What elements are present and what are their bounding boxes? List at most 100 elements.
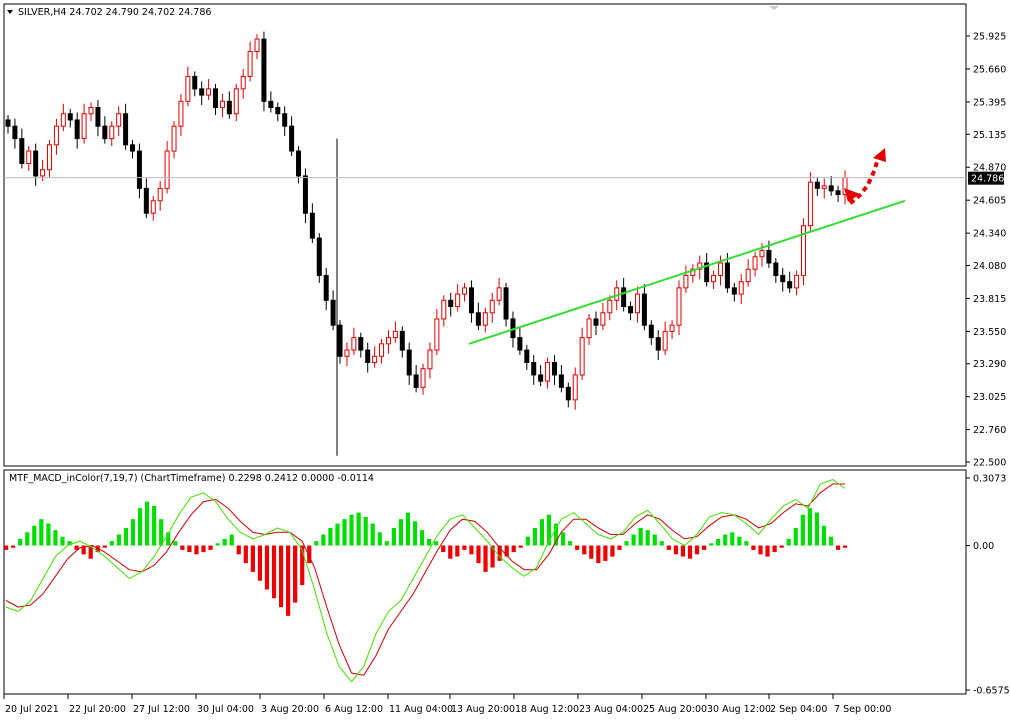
macd-bar — [201, 545, 206, 553]
macd-bar — [631, 534, 636, 546]
candle-body — [711, 274, 717, 283]
macd-bar — [335, 523, 340, 546]
x-tick-label: 25 Aug 20:00 — [643, 704, 707, 715]
macd-bar — [123, 527, 129, 546]
macd-bar — [370, 523, 375, 546]
x-tick-label: 13 Aug 20:00 — [451, 704, 515, 715]
candle-body — [780, 274, 786, 283]
candle-body — [496, 287, 502, 301]
macd-bar — [236, 545, 241, 555]
candle-body — [572, 374, 578, 401]
y-tick-label: 22.500 — [973, 458, 1006, 469]
candle-body — [558, 374, 564, 388]
candle-body — [95, 107, 101, 127]
candle-body — [586, 318, 592, 339]
candle-body — [399, 330, 405, 351]
candle-body — [807, 181, 813, 227]
candle-body — [662, 330, 668, 351]
candle-body — [60, 113, 66, 127]
macd-bar — [363, 516, 368, 546]
macd-bar — [130, 519, 136, 546]
candle-body — [185, 75, 191, 102]
y-tick-label: 23.550 — [973, 327, 1006, 338]
macd-bar — [483, 545, 488, 572]
candle-body — [123, 113, 129, 146]
candle-body — [738, 281, 744, 295]
macd-bar — [448, 545, 453, 559]
candle-body — [323, 274, 329, 301]
macd-bar — [419, 530, 425, 546]
candle-body — [213, 88, 219, 109]
candle-body — [254, 38, 260, 53]
macd-tick-label: 0.00 — [973, 541, 994, 552]
candle-body — [538, 374, 544, 382]
candle-body — [67, 113, 73, 121]
candle-body — [420, 368, 426, 388]
candle-body — [296, 150, 302, 177]
macd-bar — [518, 545, 523, 548]
macd-bar — [328, 527, 333, 546]
indicator-title: MTF_MACD_inColor(7,19,7) (ChartTimeframe… — [9, 473, 374, 484]
candle-body — [406, 349, 412, 376]
last-price-text: 24.786 — [971, 174, 1004, 185]
macd-bar — [610, 545, 615, 557]
x-tick-label: 7 Sep 00:00 — [834, 704, 891, 715]
y-tick-label: 22.760 — [973, 425, 1006, 436]
candle-body — [379, 343, 385, 357]
candle-body — [358, 337, 364, 351]
macd-bar — [222, 538, 227, 546]
candle-body — [178, 100, 184, 127]
candle-body — [731, 287, 737, 295]
candle-body — [385, 337, 391, 345]
y-tick-label: 24.605 — [973, 196, 1006, 207]
macd-bar — [772, 545, 777, 553]
candle-body — [489, 299, 495, 314]
candle-body — [143, 187, 149, 214]
candle-body — [219, 100, 225, 109]
candle-body — [621, 287, 627, 308]
macd-bar — [694, 545, 700, 555]
candle-body — [787, 281, 793, 289]
macd-bar — [25, 532, 30, 546]
macd-bar — [779, 545, 784, 548]
macd-bar — [751, 545, 756, 550]
symbol-header: SILVER,H4 24.702 24.790 24.702 24.786 — [18, 7, 211, 18]
macd-bar — [701, 545, 707, 550]
macd-bar — [293, 545, 298, 603]
macd-bar — [814, 512, 819, 546]
candle-body — [427, 349, 433, 370]
macd-bar — [4, 545, 9, 550]
macd-bar — [807, 508, 812, 546]
macd-bar — [11, 545, 16, 548]
macd-bar — [173, 541, 178, 546]
candle-body — [150, 200, 156, 214]
candle-body — [828, 185, 834, 192]
x-tick-label: 2 Sep 04:00 — [770, 704, 827, 715]
macd-tick-label: -0.6575 — [973, 686, 1010, 697]
macd-bar — [208, 545, 213, 550]
candle-body — [171, 125, 177, 152]
last-price-label: 24.786 — [968, 171, 1004, 185]
macd-bar — [391, 527, 396, 546]
x-tick-label: 23 Aug 04:00 — [579, 704, 643, 715]
macd-bar — [828, 536, 834, 546]
macd-bar — [835, 545, 841, 550]
candle-body — [531, 361, 537, 376]
macd-bar — [723, 534, 728, 546]
y-tick-label: 25.395 — [973, 97, 1006, 108]
candle-body — [282, 113, 288, 127]
macd-bar — [582, 545, 587, 555]
macd-bar — [384, 541, 389, 546]
candle-body — [607, 299, 613, 314]
candle-body — [392, 330, 398, 339]
macd-bar — [215, 543, 220, 546]
macd-bar — [638, 527, 643, 546]
x-tick-label: 3 Aug 20:00 — [261, 704, 319, 715]
macd-bar — [793, 527, 798, 546]
macd-bar — [624, 541, 629, 546]
x-tick-label: 22 Jul 20:00 — [69, 704, 126, 715]
candle-body — [12, 125, 18, 140]
candle-body — [316, 237, 322, 276]
macd-bar — [377, 532, 382, 546]
macd-bar — [137, 508, 143, 546]
